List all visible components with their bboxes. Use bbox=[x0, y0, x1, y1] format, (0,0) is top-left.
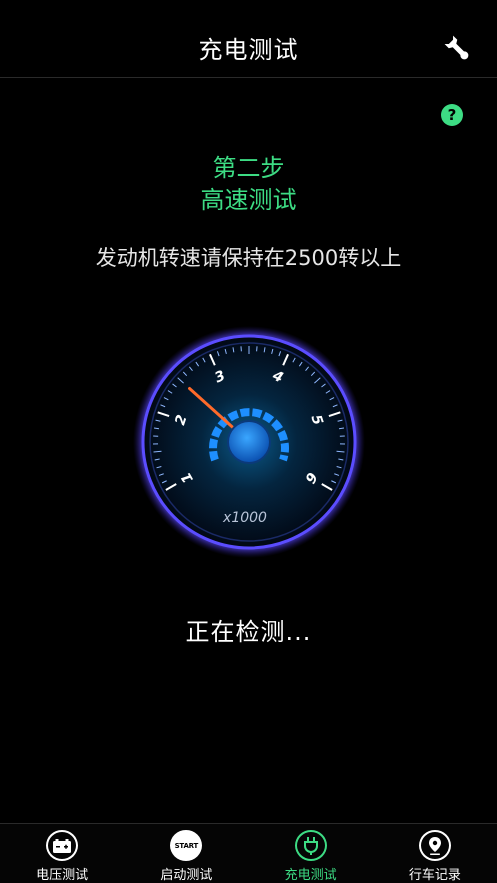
rpm-gauge: 123 456 x1000 bbox=[133, 326, 365, 558]
gauge-unit-label: x1000 bbox=[222, 510, 267, 526]
nav-label: 充电测试 bbox=[284, 868, 337, 883]
page-title: 充电测试 bbox=[198, 36, 299, 64]
nav-item-charging-test[interactable]: 充电测试 bbox=[249, 824, 373, 883]
step-title: 第二步 bbox=[212, 154, 285, 182]
nav-label: 电压测试 bbox=[36, 868, 89, 883]
nav-label: 启动测试 bbox=[160, 868, 213, 883]
nav-item-voltage-test[interactable]: 电压测试 bbox=[0, 824, 124, 883]
header: 充电测试 bbox=[0, 0, 497, 78]
battery-icon bbox=[46, 830, 79, 861]
app-screen: 充电测试 ? 第二步 高速测试 发动机转速请保持在2500转以上 1 2 3 4… bbox=[0, 0, 497, 883]
start-icon: START bbox=[170, 830, 203, 861]
instruction-text: 发动机转速请保持在2500转以上 bbox=[95, 246, 402, 270]
nav-item-driving-record[interactable]: 行车记录 bbox=[373, 824, 497, 883]
wrench-icon[interactable] bbox=[443, 34, 473, 64]
bottom-nav: 电压测试 START 启动测试 充电测试 行车记录 bbox=[0, 823, 497, 883]
help-icon[interactable]: ? bbox=[441, 104, 463, 126]
status-text: 正在检测... bbox=[185, 618, 312, 646]
gauge-hub bbox=[227, 420, 271, 464]
location-pin-icon bbox=[418, 830, 451, 861]
nav-item-start-test[interactable]: START 启动测试 bbox=[124, 824, 248, 883]
plug-icon bbox=[294, 830, 327, 861]
step-subtitle: 高速测试 bbox=[200, 186, 297, 214]
nav-label: 行车记录 bbox=[408, 868, 461, 883]
